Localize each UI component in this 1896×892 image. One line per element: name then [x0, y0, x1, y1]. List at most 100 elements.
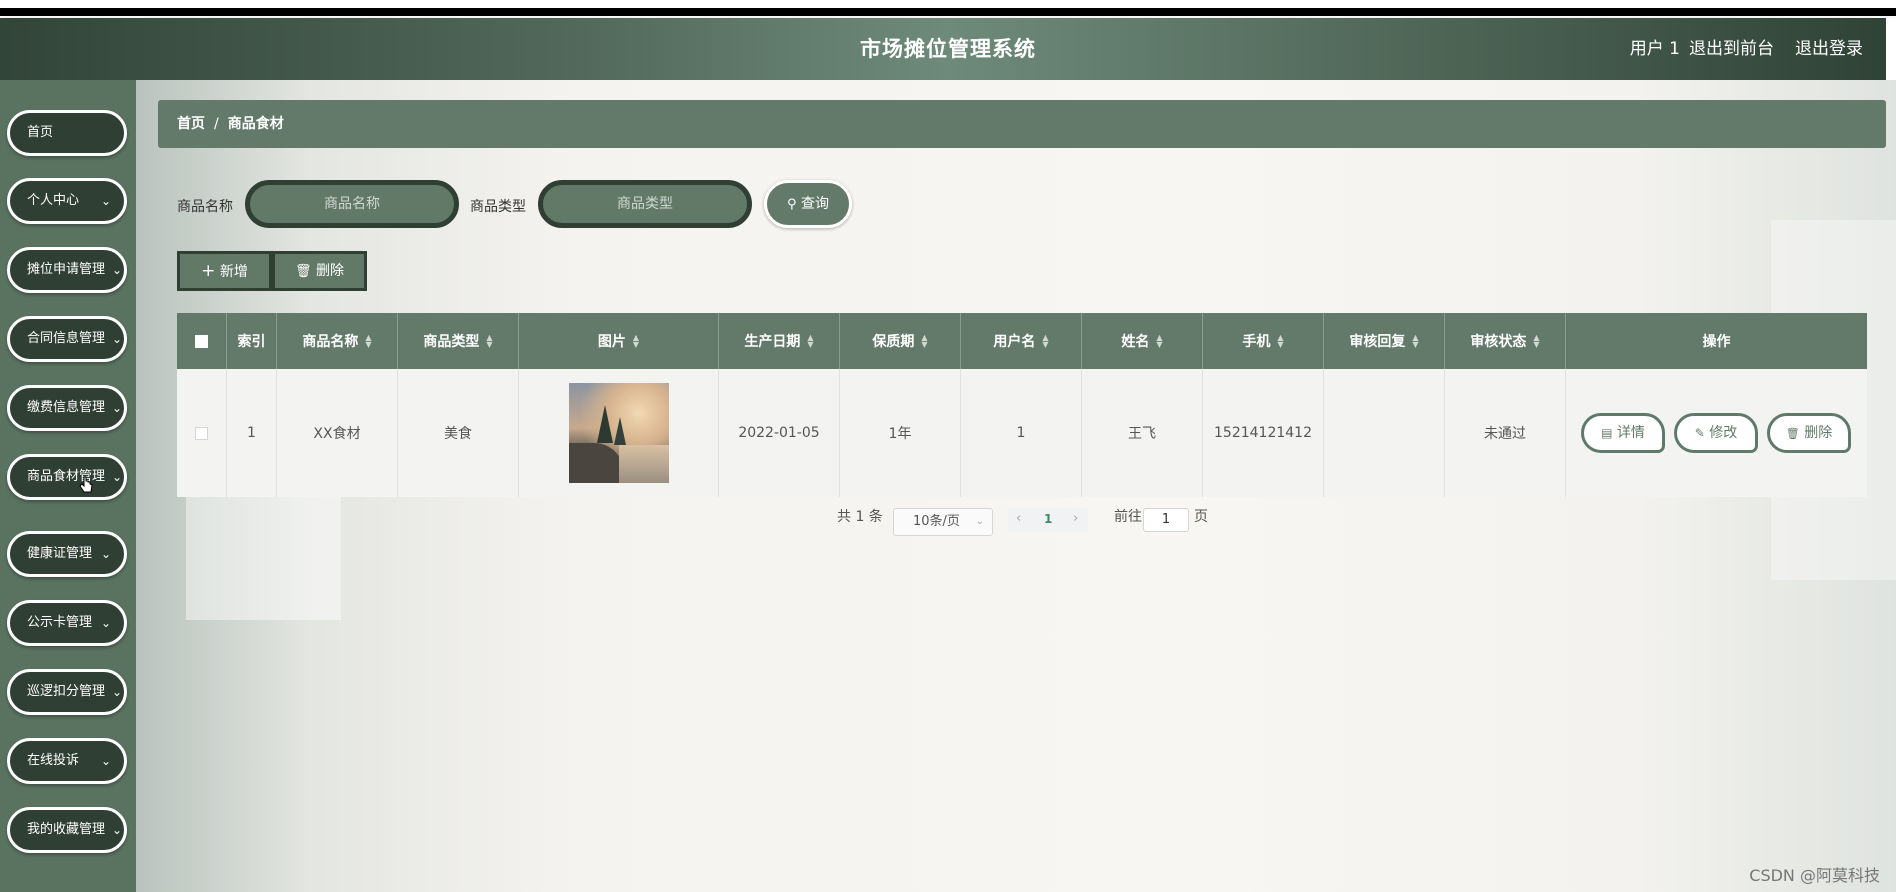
column-header-username[interactable]: 用户名 ▲ ▼: [961, 313, 1082, 369]
top-strip: [0, 0, 1896, 18]
exit-to-front-link[interactable]: 退出到前台: [1689, 18, 1774, 80]
plus-icon: +: [201, 261, 216, 281]
sort-icon[interactable]: ▲ ▼: [1277, 334, 1283, 349]
page-number-current[interactable]: 1: [1044, 512, 1052, 526]
breadcrumb-separator: /: [214, 116, 219, 132]
column-header-realname[interactable]: 姓名 ▲ ▼: [1082, 313, 1203, 369]
goto-page-input[interactable]: 1: [1143, 508, 1189, 532]
chevron-down-icon: ⌄: [975, 516, 984, 527]
page-size-select[interactable]: 10条/页 ⌄: [893, 508, 993, 536]
sort-icon[interactable]: ▲ ▼: [486, 334, 492, 349]
row-checkbox[interactable]: [195, 426, 208, 440]
sidebar-item-contract-info[interactable]: 合同信息管理 ⌄: [7, 316, 127, 362]
chevron-right-icon[interactable]: ›: [1073, 511, 1078, 526]
sort-icon[interactable]: ▲ ▼: [921, 334, 927, 349]
chevron-down-icon: ⌄: [111, 823, 122, 837]
row-delete-button-label: 删除: [1804, 425, 1833, 441]
sidebar-item-label: 个人中心: [27, 193, 80, 208]
add-button[interactable]: + 新增: [177, 251, 272, 291]
column-header-phone[interactable]: 手机 ▲ ▼: [1203, 313, 1324, 369]
breadcrumb-home[interactable]: 首页: [177, 116, 205, 132]
sidebar-item-label: 我的收藏管理: [27, 822, 106, 837]
column-header-label: 商品类型: [423, 334, 480, 350]
column-header-label: 图片: [597, 334, 626, 350]
sidebar-item-personal-center[interactable]: 个人中心 ⌄: [7, 178, 127, 224]
chevron-down-icon: ⌄: [100, 616, 111, 630]
logout-link[interactable]: 退出登录: [1795, 18, 1863, 80]
sidebar-item-label: 首页: [27, 125, 54, 140]
row-delete-button[interactable]: 🗑 删除: [1767, 413, 1851, 453]
sidebar-item-food-goods[interactable]: 商品食材管理 ⌄: [7, 454, 127, 500]
sort-icon[interactable]: ▲ ▼: [1042, 334, 1048, 349]
sort-icon[interactable]: ▲ ▼: [1412, 334, 1418, 349]
table-header: 索引 商品名称 ▲ ▼ 商品类型 ▲ ▼ 图片 ▲ ▼ 生产日期 ▲ ▼ 保质期 ▲ ▼ 用户名 ▲ ▼…: [177, 313, 1867, 369]
sidebar-item-payment-info[interactable]: 缴费信息管理 ⌄: [7, 385, 127, 431]
sidebar-item-label: 公示卡管理: [27, 615, 93, 630]
chevron-down-icon: ⌄: [111, 401, 122, 415]
page-size-value: 10条/页: [913, 514, 960, 529]
column-header-reply[interactable]: 审核回复 ▲ ▼: [1324, 313, 1445, 369]
column-header-name[interactable]: 商品名称 ▲ ▼: [277, 313, 398, 369]
sidebar-item-my-favorites[interactable]: 我的收藏管理 ⌄: [7, 807, 127, 853]
pencil-icon: ✎: [1694, 426, 1705, 440]
breadcrumb-current: 商品食材: [227, 116, 284, 132]
detail-button-label: 详情: [1616, 425, 1645, 441]
product-table: 索引 商品名称 ▲ ▼ 商品类型 ▲ ▼ 图片 ▲ ▼ 生产日期 ▲ ▼ 保质期 ▲ ▼ 用户名 ▲ ▼…: [177, 313, 1867, 497]
detail-button[interactable]: ▤ 详情: [1581, 413, 1665, 453]
column-header-label: 生产日期: [744, 334, 801, 350]
sort-icon[interactable]: ▲ ▼: [1156, 334, 1162, 349]
column-header-label: 用户名: [993, 334, 1036, 350]
column-header-type[interactable]: 商品类型 ▲ ▼: [398, 313, 519, 369]
cell-index: 1: [227, 369, 277, 497]
trash-icon: 🗑: [295, 264, 312, 279]
sidebar-item-stall-application[interactable]: 摊位申请管理 ⌄: [7, 247, 127, 293]
sidebar-item-patrol-deduction[interactable]: 巡逻扣分管理 ⌄: [7, 669, 127, 715]
trash-icon: 🗑: [1785, 427, 1800, 440]
document-icon: ▤: [1601, 426, 1613, 440]
sidebar-item-health-cert[interactable]: 健康证管理 ⌄: [7, 531, 127, 577]
sidebar-item-label: 合同信息管理: [27, 331, 106, 346]
delete-button[interactable]: 🗑 删除: [272, 251, 367, 291]
thumbnail-tree: [596, 405, 613, 443]
thumbnail-rock: [568, 443, 624, 483]
product-type-input[interactable]: 商品类型: [538, 180, 752, 228]
sort-icon[interactable]: ▲ ▼: [807, 334, 813, 349]
cell-date: 2022-01-05: [719, 369, 840, 497]
sort-icon[interactable]: ▲ ▼: [633, 334, 639, 349]
sidebar-item-label: 健康证管理: [27, 546, 93, 561]
cell-actions: ▤ 详情 ✎ 修改 🗑 删除: [1566, 369, 1867, 497]
select-all-checkbox[interactable]: [195, 334, 208, 348]
product-thumbnail[interactable]: [568, 383, 669, 483]
column-header-label: 手机: [1242, 334, 1271, 350]
column-header-image[interactable]: 图片 ▲ ▼: [519, 313, 719, 369]
sort-icon[interactable]: ▲ ▼: [365, 334, 371, 349]
column-header-label: 索引: [237, 334, 266, 350]
cell-realname: 王飞: [1082, 369, 1203, 497]
product-type-label: 商品类型: [470, 199, 526, 215]
product-name-input[interactable]: 商品名称: [245, 180, 459, 228]
column-header-label: 操作: [1702, 334, 1731, 350]
watermark: CSDN @阿莫科技: [1749, 866, 1880, 885]
column-header-date[interactable]: 生产日期 ▲ ▼: [719, 313, 840, 369]
sort-icon[interactable]: ▲ ▼: [1533, 334, 1539, 349]
sidebar-item-public-card[interactable]: 公示卡管理 ⌄: [7, 600, 127, 646]
column-header-status[interactable]: 审核状态 ▲ ▼: [1445, 313, 1566, 369]
sidebar-item-label: 在线投诉: [27, 753, 80, 768]
current-user-link[interactable]: 用户 1: [1630, 18, 1680, 80]
hand-cursor-icon: [79, 476, 93, 493]
column-header-shelf-life[interactable]: 保质期 ▲ ▼: [840, 313, 961, 369]
goto-prefix-label: 前往: [1114, 509, 1142, 525]
edit-button[interactable]: ✎ 修改: [1674, 413, 1758, 453]
sidebar-item-home[interactable]: 首页: [7, 110, 127, 156]
search-icon: ⚲: [787, 197, 797, 212]
edit-button-label: 修改: [1709, 425, 1738, 441]
breadcrumb: 首页 / 商品食材: [158, 100, 1886, 148]
chevron-left-icon[interactable]: ‹: [1016, 511, 1021, 526]
sidebar-item-label: 缴费信息管理: [27, 400, 106, 415]
app-header: 市场摊位管理系统 用户 1 退出到前台 退出登录: [0, 18, 1896, 80]
sidebar-item-online-complaint[interactable]: 在线投诉 ⌄: [7, 738, 127, 784]
chevron-down-icon: ⌄: [100, 754, 111, 768]
query-button[interactable]: ⚲ 查询: [764, 180, 852, 228]
chevron-down-icon: ⌄: [111, 470, 122, 484]
column-header-label: 审核状态: [1470, 334, 1527, 350]
